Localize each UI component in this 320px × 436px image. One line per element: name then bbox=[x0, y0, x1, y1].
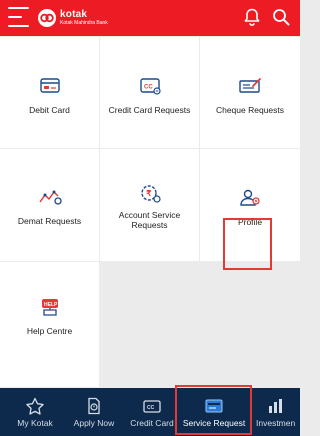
tile-label: Credit Card Requests bbox=[108, 105, 191, 115]
credit-card-icon: CC bbox=[139, 78, 161, 95]
nav-label: Credit Card bbox=[130, 418, 174, 428]
investment-chart-icon bbox=[269, 399, 282, 413]
nav-apply-now[interactable]: Apply Now bbox=[66, 388, 122, 436]
tile-account-service-requests[interactable]: ₹ Account Service Requests bbox=[100, 149, 199, 261]
tile-label: Account Service Requests bbox=[118, 210, 181, 231]
nav-label: Investmen bbox=[256, 418, 296, 428]
bell-icon[interactable] bbox=[242, 7, 262, 27]
account-service-icon: ₹ bbox=[140, 185, 161, 203]
nav-credit-card[interactable]: CC Credit Card bbox=[126, 388, 178, 436]
star-icon bbox=[26, 397, 44, 415]
apply-document-icon bbox=[88, 397, 100, 415]
debit-card-icon bbox=[39, 78, 60, 93]
svg-text:CC: CC bbox=[144, 85, 153, 91]
profile-highlight-box bbox=[223, 218, 272, 270]
kotak-logo-mark bbox=[38, 9, 56, 27]
tile-cheque-requests[interactable]: Cheque Requests bbox=[200, 37, 300, 148]
help-icon: HELP bbox=[41, 299, 58, 316]
nav-investments[interactable]: Investmen bbox=[256, 388, 300, 436]
tile-credit-card-requests[interactable]: CC Credit Card Requests bbox=[100, 37, 199, 148]
tile-label: Help Centre bbox=[26, 326, 73, 336]
menu-icon[interactable] bbox=[8, 7, 29, 27]
profile-icon bbox=[240, 189, 260, 206]
credit-card-icon: CC bbox=[143, 400, 161, 413]
svg-text:₹: ₹ bbox=[146, 189, 151, 198]
demat-chart-icon bbox=[38, 190, 62, 205]
nav-label: My Kotak bbox=[17, 418, 53, 428]
nav-my-kotak[interactable]: My Kotak bbox=[8, 388, 62, 436]
logo-subtitle: Kotak Mahindra Bank bbox=[60, 20, 108, 26]
cheque-icon bbox=[239, 78, 261, 93]
tile-label: Cheque Requests bbox=[215, 105, 285, 115]
tile-help-centre[interactable]: HELP Help Centre bbox=[0, 262, 99, 387]
service-request-highlight-box bbox=[175, 385, 252, 435]
kotak-logo: kotak Kotak Mahindra Bank bbox=[38, 7, 108, 29]
tile-debit-card[interactable]: Debit Card bbox=[0, 37, 99, 148]
nav-label: Apply Now bbox=[73, 418, 115, 428]
tile-label: Demat Requests bbox=[17, 216, 82, 226]
tile-demat-requests[interactable]: Demat Requests bbox=[0, 149, 99, 261]
app-header: kotak Kotak Mahindra Bank bbox=[0, 0, 300, 36]
search-icon[interactable] bbox=[271, 7, 291, 27]
service-grid: Debit Card CC Credit Card Requests Chequ… bbox=[0, 36, 300, 388]
tile-label: Debit Card bbox=[29, 105, 70, 115]
svg-text:CC: CC bbox=[147, 405, 155, 411]
bottom-navigation: My Kotak Apply Now CC Credit Card Servic… bbox=[0, 388, 300, 436]
logo-name: kotak bbox=[60, 9, 88, 20]
svg-text:HELP: HELP bbox=[44, 302, 58, 308]
